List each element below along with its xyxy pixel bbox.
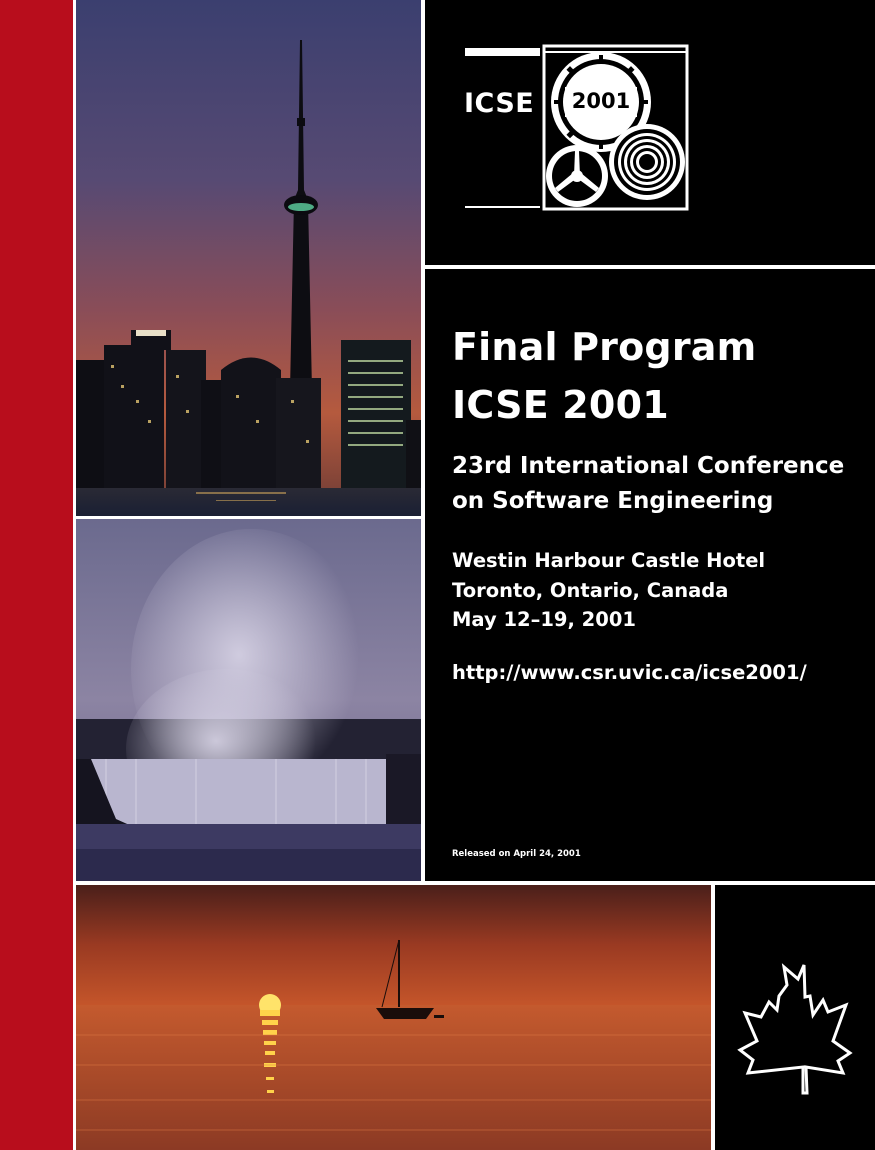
venue-city: Toronto, Ontario, Canada: [452, 579, 729, 602]
title-line-1: Final Program: [452, 325, 757, 369]
conference-logo: ICSE 2001: [425, 0, 875, 265]
title-panel: Final Program ICSE 2001 23rd Internation…: [425, 269, 875, 881]
divider-left: [73, 0, 76, 1150]
toronto-skyline-photo: [76, 0, 421, 516]
subtitle-line-1: 23rd International Conference: [452, 453, 845, 479]
logo-acronym: ICSE: [464, 88, 535, 119]
venue-dates: May 12–19, 2001: [452, 608, 636, 631]
venue-hotel: Westin Harbour Castle Hotel: [452, 549, 766, 572]
maple-leaf-icon: [737, 963, 853, 1095]
title-line-2: ICSE 2001: [452, 383, 669, 427]
logo-year: 2001: [571, 89, 631, 113]
release-note: Released on April 24, 2001: [452, 849, 581, 859]
niagara-falls-photo: [76, 519, 421, 881]
conference-url[interactable]: http://www.csr.uvic.ca/icse2001/: [452, 661, 807, 684]
subtitle-line-2: on Software Engineering: [452, 488, 774, 514]
sunset-sailboat-photo: [76, 885, 711, 1150]
concentric-rings-icon: [609, 124, 685, 200]
red-side-stripe: [0, 0, 73, 1150]
divider-photo-1-2: [76, 516, 421, 519]
maple-leaf-panel: [715, 885, 875, 1150]
steering-wheel-icon: [546, 145, 608, 207]
